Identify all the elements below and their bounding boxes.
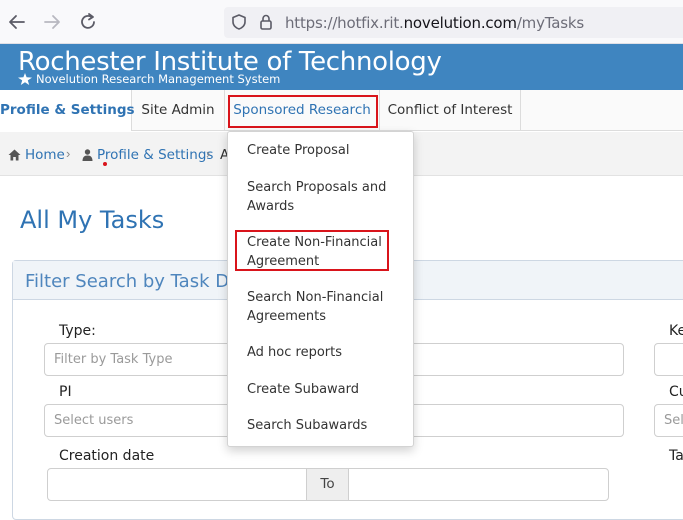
reload-icon[interactable] <box>77 11 99 33</box>
task-type-placeholder: Filter by Task Type <box>54 352 173 367</box>
menu-item-search-subawards[interactable]: Search Subawards <box>247 417 407 436</box>
app-subtitle: Novelution Research Management System <box>18 72 280 86</box>
user-icon <box>82 149 93 161</box>
menu-item-create-non-financial-agreement[interactable]: Create Non-Financial Agreement <box>247 234 407 271</box>
lock-icon[interactable] <box>257 13 275 31</box>
breadcrumb-profile[interactable]: Profile & Settings <box>82 147 213 163</box>
keyword-input[interactable] <box>654 343 683 376</box>
creation-date-to-input[interactable] <box>348 468 609 501</box>
novelution-logo-icon <box>18 73 32 85</box>
forward-arrow-icon[interactable] <box>41 11 63 33</box>
keyword-label: Ke <box>669 323 683 339</box>
tab-site-admin[interactable]: Site Admin <box>132 90 225 131</box>
custom-select-placeholder: Sele <box>664 413 683 428</box>
breadcrumb-home[interactable]: Home <box>8 147 65 163</box>
cursor-dot <box>103 162 107 166</box>
tab-conflict-of-interest[interactable]: Conflict of Interest <box>380 90 521 131</box>
url-text: https://hotfix.rit.novelution.com/myTask… <box>285 14 584 32</box>
browser-toolbar: https://hotfix.rit.novelution.com/myTask… <box>0 0 683 44</box>
menu-item-ad-hoc-reports[interactable]: Ad hoc reports <box>247 344 407 363</box>
breadcrumb-profile-label[interactable]: Profile & Settings <box>97 147 213 163</box>
back-arrow-icon[interactable] <box>6 11 28 33</box>
page-title: All My Tasks <box>20 206 165 234</box>
task-status-label: Ta <box>669 448 683 464</box>
creation-date-from-input[interactable] <box>47 468 307 501</box>
custom-label: Cu <box>669 384 683 400</box>
custom-select-input[interactable]: Sele <box>654 404 683 437</box>
main-nav: Profile & Settings Site Admin Sponsored … <box>0 90 683 131</box>
menu-item-search-proposals-awards[interactable]: Search Proposals and Awards <box>247 179 407 216</box>
app-subtitle-text: Novelution Research Management System <box>36 72 281 86</box>
shield-icon[interactable] <box>230 13 248 31</box>
pi-placeholder: Select users <box>54 413 134 428</box>
breadcrumb-separator: › <box>66 146 71 161</box>
date-range-to-addon: To <box>306 468 349 501</box>
menu-item-search-non-financial-agreements[interactable]: Search Non-Financial Agreements <box>247 289 407 326</box>
tab-sponsored-research[interactable]: Sponsored Research <box>225 90 380 131</box>
type-label: Type: <box>59 323 96 339</box>
pi-label: PI <box>59 384 72 400</box>
app-header: Rochester Institute of Technology Novelu… <box>0 44 683 90</box>
menu-item-create-subaward[interactable]: Create Subaward <box>247 381 407 400</box>
menu-item-create-proposal[interactable]: Create Proposal <box>247 142 407 161</box>
creation-date-label: Creation date <box>59 448 155 464</box>
address-bar[interactable]: https://hotfix.rit.novelution.com/myTask… <box>224 7 683 38</box>
home-icon <box>8 149 21 161</box>
breadcrumb-separator: › <box>206 146 211 161</box>
tab-profile-settings[interactable]: Profile & Settings <box>0 90 135 131</box>
sponsored-research-dropdown: Create Proposal Search Proposals and Awa… <box>227 131 414 447</box>
filter-panel-title: Filter Search by Task Det <box>25 271 248 292</box>
breadcrumb-home-label[interactable]: Home <box>25 147 65 163</box>
